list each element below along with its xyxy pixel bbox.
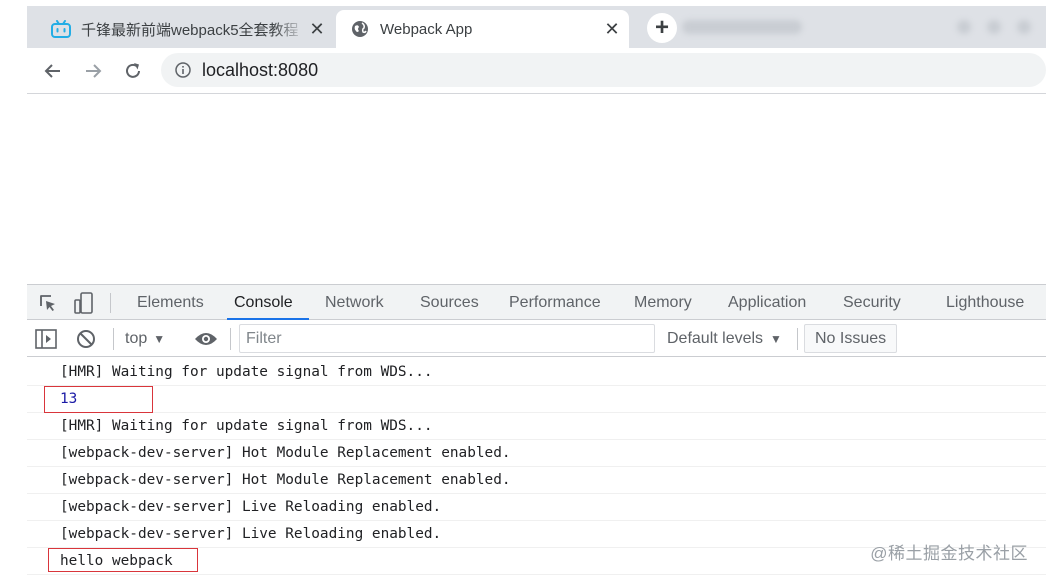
clear-console-icon[interactable] xyxy=(75,328,97,350)
globe-icon xyxy=(350,19,370,39)
divider xyxy=(113,328,114,350)
arrow-right-icon xyxy=(86,64,102,78)
divider xyxy=(110,293,111,313)
reload-icon xyxy=(126,63,140,78)
divider xyxy=(27,93,1046,94)
blurred-tab xyxy=(682,20,802,34)
watermark: @稀土掘金技术社区 xyxy=(870,544,1028,563)
blurred-icon xyxy=(987,20,1001,34)
console-toolbar: top ▼ Default levels ▼ No Issues xyxy=(27,320,1046,357)
tab-console[interactable]: Console xyxy=(227,285,309,320)
forward-button[interactable] xyxy=(80,58,106,84)
eye-icon[interactable] xyxy=(193,328,219,350)
highlight-box xyxy=(44,386,153,413)
browser-toolbar: localhost:8080 xyxy=(27,48,1046,92)
highlight-box xyxy=(48,548,198,572)
tab-application[interactable]: Application xyxy=(728,285,806,320)
console-message: [webpack-dev-server] Hot Module Replacem… xyxy=(27,440,1046,467)
tab-performance[interactable]: Performance xyxy=(509,285,601,320)
message-text: [webpack-dev-server] Hot Module Replacem… xyxy=(60,445,511,461)
divider xyxy=(797,328,798,350)
console-message: [HMR] Waiting for update signal from WDS… xyxy=(27,413,1046,440)
console-message: [HMR] Waiting for update signal from WDS… xyxy=(27,359,1046,386)
console-message: [webpack-dev-server] Hot Module Replacem… xyxy=(27,467,1046,494)
context-label: top xyxy=(125,329,148,347)
tab-title: Webpack App xyxy=(380,20,473,38)
inspect-element-icon[interactable] xyxy=(37,292,59,314)
info-icon[interactable] xyxy=(175,62,191,78)
bilibili-icon xyxy=(51,19,71,39)
caret-down-icon: ▼ xyxy=(770,331,782,346)
tab-title: 千锋最新前端webpack5全套教程 xyxy=(81,21,299,39)
browser-tab-1[interactable]: 千锋最新前端webpack5全套教程 ✕ xyxy=(37,10,334,48)
sidebar-toggle-icon[interactable] xyxy=(35,328,57,350)
console-message: [webpack-dev-server] Live Reloading enab… xyxy=(27,494,1046,521)
address-bar[interactable]: localhost:8080 xyxy=(161,53,1046,87)
blurred-icon xyxy=(1017,20,1031,34)
url-text: localhost:8080 xyxy=(202,59,319,80)
reload-button[interactable] xyxy=(120,58,146,84)
message-text: [webpack-dev-server] Live Reloading enab… xyxy=(60,499,442,515)
filter-input[interactable] xyxy=(239,324,655,353)
close-icon[interactable]: ✕ xyxy=(601,18,623,40)
tab-sources[interactable]: Sources xyxy=(420,285,479,320)
tab-security[interactable]: Security xyxy=(843,285,901,320)
browser-tab-2[interactable]: Webpack App ✕ xyxy=(336,10,629,48)
blurred-icon xyxy=(957,20,971,34)
arrow-left-icon xyxy=(44,64,60,78)
message-text: [HMR] Waiting for update signal from WDS… xyxy=(60,364,433,380)
divider xyxy=(230,328,231,350)
context-selector[interactable]: top ▼ xyxy=(125,320,165,357)
message-text: [webpack-dev-server] Live Reloading enab… xyxy=(60,526,442,542)
close-icon[interactable]: ✕ xyxy=(306,18,328,40)
log-levels-dropdown[interactable]: Default levels ▼ xyxy=(667,320,782,357)
tab-memory[interactable]: Memory xyxy=(634,285,692,320)
tab-network[interactable]: Network xyxy=(325,285,384,320)
log-levels-label: Default levels xyxy=(667,329,764,347)
message-text: [webpack-dev-server] Hot Module Replacem… xyxy=(60,472,511,488)
devtools-tabbar: Elements Console Network Sources Perform… xyxy=(27,284,1046,320)
issues-button[interactable]: No Issues xyxy=(804,324,898,353)
caret-down-icon: ▼ xyxy=(153,331,166,346)
new-tab-button[interactable]: + xyxy=(647,13,677,43)
tab-elements[interactable]: Elements xyxy=(137,285,204,320)
message-text: [HMR] Waiting for update signal from WDS… xyxy=(60,418,433,434)
console-message: 13 xyxy=(27,386,1046,413)
device-toolbar-icon[interactable] xyxy=(73,292,95,314)
tab-lighthouse[interactable]: Lighthouse xyxy=(946,285,1024,320)
tab-strip: 千锋最新前端webpack5全套教程 ✕ Webpack App ✕ + xyxy=(27,6,1046,48)
back-button[interactable] xyxy=(40,58,66,84)
